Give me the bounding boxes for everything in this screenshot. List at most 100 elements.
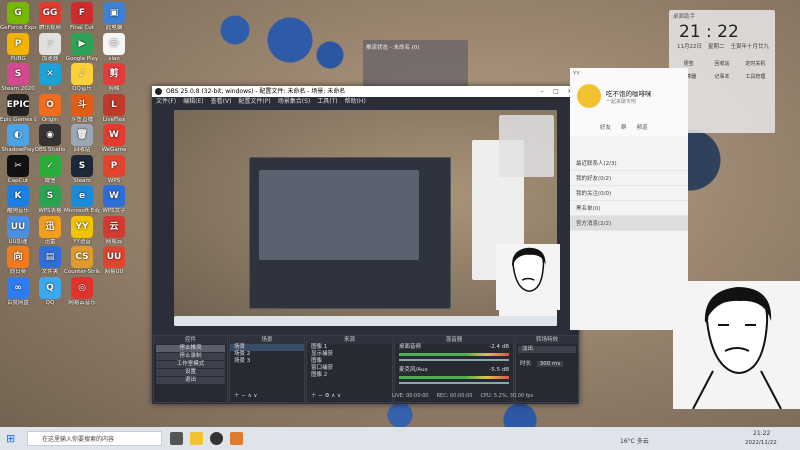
chat-group-row[interactable]: 我的关注(0/0) (570, 186, 688, 201)
desktop-icon[interactable]: O Origin (32, 93, 68, 123)
desktop-icon[interactable]: P WPS (96, 154, 132, 184)
obs-titlebar[interactable]: OBS 25.0.8 (32-bit, windows) - 配置文件: 未命名… (152, 86, 579, 97)
desktop-icon-label: WPS文字 (102, 208, 126, 214)
desktop-icon-label: Steam 2020 (1, 86, 35, 92)
task-view-icon[interactable] (170, 432, 183, 445)
recycle-tool[interactable]: 回收站 (706, 60, 737, 67)
chat-tab-channels[interactable]: 频道 (637, 123, 648, 131)
desktop-icon[interactable]: 迅迅雷 (32, 215, 68, 245)
scene-item[interactable]: 场景 (230, 344, 304, 351)
desktop-icon[interactable]: K 酷狗音乐 (0, 185, 36, 214)
chat-tab-friends[interactable]: 好友 (600, 123, 611, 131)
desktop-icon[interactable]: ◎ 网易云音乐 (64, 276, 100, 306)
desktop-icon[interactable]: P PUBG (0, 32, 36, 62)
weather-widget[interactable]: 16°C 多云 (620, 436, 649, 445)
desktop-icon[interactable]: 斗斗鱼直播 (64, 93, 100, 123)
desktop-icon[interactable]: YY YY语音 (64, 215, 100, 245)
desktop-icon[interactable]: S WPS表格 (32, 185, 68, 214)
notes-tool[interactable]: 便签 (673, 60, 704, 67)
sources-dock: 来源 图像 1 显示捕获 图像 窗口捕获 图像 2 ＋ − ⚙ ∧ ∨ (306, 335, 393, 403)
taskbar-search-input[interactable]: 在这里输入你要搜索的内容 (27, 431, 162, 446)
studio-mode-button[interactable]: 工作室模式 (156, 361, 225, 368)
file-explorer-icon[interactable] (190, 432, 203, 445)
desktop-icon[interactable]: CSCounter-Strike Global (64, 246, 100, 275)
transition-select[interactable]: 淡出 (518, 346, 576, 353)
chat-group-row[interactable]: 黑名单(0) (570, 201, 688, 216)
desktop-icon[interactable]: ☺ xiao (96, 32, 132, 62)
desktop-icon[interactable]: ▶ Google Play (64, 32, 100, 62)
desktop-icon[interactable]: eMicrosoft Edge (64, 185, 100, 214)
desktop-icon[interactable]: S Steam 2020 (0, 63, 36, 92)
stop-streaming-button[interactable]: 停止推流 (156, 345, 225, 352)
menu-profile[interactable]: 配置文件(P) (238, 97, 270, 107)
desktop-icon[interactable]: 剪剪映 (96, 63, 132, 92)
chat-tab-groups[interactable]: 群 (621, 123, 627, 131)
desktop-icon[interactable]: 向向日葵 (0, 246, 36, 275)
source-item[interactable]: 图像 (307, 358, 392, 365)
desktop-icon[interactable]: Q QQ (32, 276, 68, 306)
menu-tools[interactable]: 工具(T) (317, 97, 337, 107)
start-button[interactable]: ⊞ (6, 432, 15, 445)
chat-group-row[interactable]: 我的好友(0/2) (570, 171, 688, 186)
menu-view[interactable]: 查看(V) (211, 97, 232, 107)
tool-manager[interactable]: 工具管理 (740, 73, 771, 80)
notepad-tool[interactable]: 记事本 (706, 73, 737, 80)
scenes-toolbar: ＋ − ∧ ∨ (234, 393, 258, 399)
desktop-icon[interactable]: S Steam (64, 154, 100, 184)
maximize-button[interactable]: □ (549, 86, 563, 97)
menu-edit[interactable]: 编辑(E) (183, 97, 203, 107)
app-taskbar-icon[interactable] (230, 432, 243, 445)
desktop-icon[interactable]: ▣ 此电脑 (96, 2, 132, 31)
source-item[interactable]: 窗口捕获 (307, 365, 392, 372)
desktop-icon[interactable]: UU 网易UU (96, 246, 132, 275)
source-item[interactable]: 图像 1 (307, 344, 392, 351)
shutdown-tool[interactable]: 定时关机 (740, 60, 771, 67)
chat-user-name: 吃不饱的咖啡咪 (606, 90, 652, 98)
desktop-icon[interactable]: ⚡ 加速器 (32, 32, 68, 62)
volume-slider[interactable] (399, 382, 509, 384)
obs-taskbar-icon[interactable] (210, 432, 223, 445)
volume-slider[interactable] (399, 359, 509, 361)
desktop-icon[interactable]: GGeForce Experience (0, 2, 36, 31)
desktop-icon[interactable]: ◐ ShadowPlay (0, 124, 36, 153)
desktop-icon[interactable]: UU UU加速 (0, 215, 36, 245)
duration-input[interactable]: 300 ms (536, 361, 564, 367)
desktop-icon[interactable]: ♪ QQ音乐 (64, 63, 100, 92)
chat-panel[interactable]: YY 吃不饱的咖啡咪 一起来聊天吧 好友 群 频道 最近联系人(2/3) 我的好… (570, 68, 688, 330)
taskbar-date[interactable]: 2022/11/22 (745, 440, 777, 446)
stop-recording-button[interactable]: 停止录制 (156, 353, 225, 360)
desktop-icon[interactable]: W WeGame (96, 124, 132, 153)
chat-title: YY (573, 71, 580, 77)
source-item[interactable]: 显示捕获 (307, 351, 392, 358)
desktop-icon[interactable]: W WPS文字 (96, 185, 132, 214)
desktop-icon[interactable]: ∞ 百度网盘 (0, 276, 36, 306)
taskbar-time[interactable]: 21:22 (753, 430, 770, 437)
desktop-icon[interactable]: 🗑 回收站 (64, 124, 100, 153)
app-icon: W (103, 185, 125, 207)
desktop-icon[interactable]: GG 腾讯视频 (32, 2, 68, 31)
menu-help[interactable]: 帮助(H) (345, 97, 366, 107)
desktop-icon[interactable]: ✕ X (32, 63, 68, 92)
app-icon: ◐ (7, 124, 29, 146)
desktop-icon[interactable]: L LiveFlex (96, 93, 132, 123)
exit-button[interactable]: 退出 (156, 377, 225, 384)
menu-scene-collection[interactable]: 场景集合(S) (278, 97, 311, 107)
rec-status: REC: 00:00:00 (436, 393, 473, 399)
desktop-icon[interactable]: EPICEpic Games Launcher (0, 93, 36, 123)
desktop-icon[interactable]: F Final Cut (64, 2, 100, 31)
desktop-icon[interactable]: ✓ 微信 (32, 154, 68, 184)
desktop-icon[interactable]: 云网易云 (96, 215, 132, 245)
scene-item[interactable]: 场景 2 (230, 351, 304, 358)
desktop-icon[interactable]: ▤ 文件夹 (32, 246, 68, 275)
chat-user-subtitle: 一起来聊天吧 (606, 99, 637, 105)
desktop-icon-label: Counter-Strike Global (64, 269, 100, 275)
scene-item[interactable]: 场景 3 (230, 358, 304, 365)
desktop-icon[interactable]: ◉ OBS Studio (32, 124, 68, 153)
minimize-button[interactable]: – (535, 86, 549, 97)
source-item[interactable]: 图像 2 (307, 372, 392, 379)
settings-button[interactable]: 设置 (156, 369, 225, 376)
desktop-icon[interactable]: ✂ CapCut (0, 154, 36, 184)
chat-group-row[interactable]: 官方消息(2/2) (570, 216, 688, 231)
menu-file[interactable]: 文件(F) (156, 97, 176, 107)
chat-group-row[interactable]: 最近联系人(2/3) (570, 156, 688, 171)
